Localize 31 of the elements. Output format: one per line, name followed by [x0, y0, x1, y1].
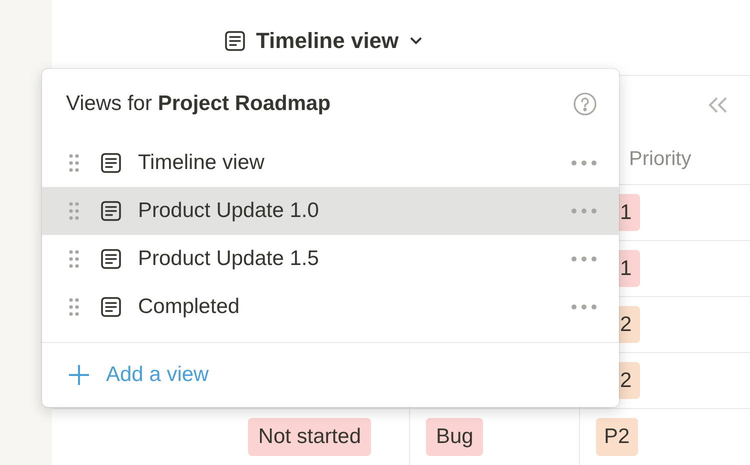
type-tag: Bug: [426, 418, 484, 456]
view-item[interactable]: Completed: [42, 283, 619, 331]
view-item[interactable]: Product Update 1.0: [42, 187, 619, 235]
help-icon[interactable]: [573, 92, 597, 116]
drag-handle-icon[interactable]: [68, 297, 80, 317]
drag-handle-icon[interactable]: [68, 153, 80, 173]
column-header: Priority: [629, 147, 692, 172]
status-tag: Not started: [248, 418, 371, 456]
view-switcher[interactable]: Timeline view: [224, 24, 423, 57]
view-label: Timeline view: [138, 150, 266, 176]
more-icon[interactable]: [571, 256, 597, 262]
document-icon: [100, 152, 122, 174]
more-icon[interactable]: [571, 304, 597, 310]
priority-tag: P2: [596, 418, 638, 456]
view-label: Product Update 1.0: [138, 198, 320, 224]
view-label: Completed: [138, 294, 241, 320]
document-icon: [100, 200, 122, 222]
view-item[interactable]: Product Update 1.5: [42, 235, 619, 283]
document-icon: [224, 30, 246, 52]
document-icon: [100, 296, 122, 318]
chevron-down-icon: [408, 36, 423, 46]
more-icon[interactable]: [571, 208, 597, 214]
view-label: Product Update 1.5: [138, 246, 320, 272]
document-icon: [100, 248, 122, 270]
drag-handle-icon[interactable]: [68, 249, 80, 269]
plus-icon: [68, 364, 90, 386]
drag-handle-icon[interactable]: [68, 201, 80, 221]
menu-title: Views for Project Roadmap: [66, 91, 331, 118]
more-icon[interactable]: [571, 160, 597, 166]
view-item[interactable]: Timeline view: [42, 139, 619, 187]
double-chevron-left-icon[interactable]: [708, 96, 728, 114]
